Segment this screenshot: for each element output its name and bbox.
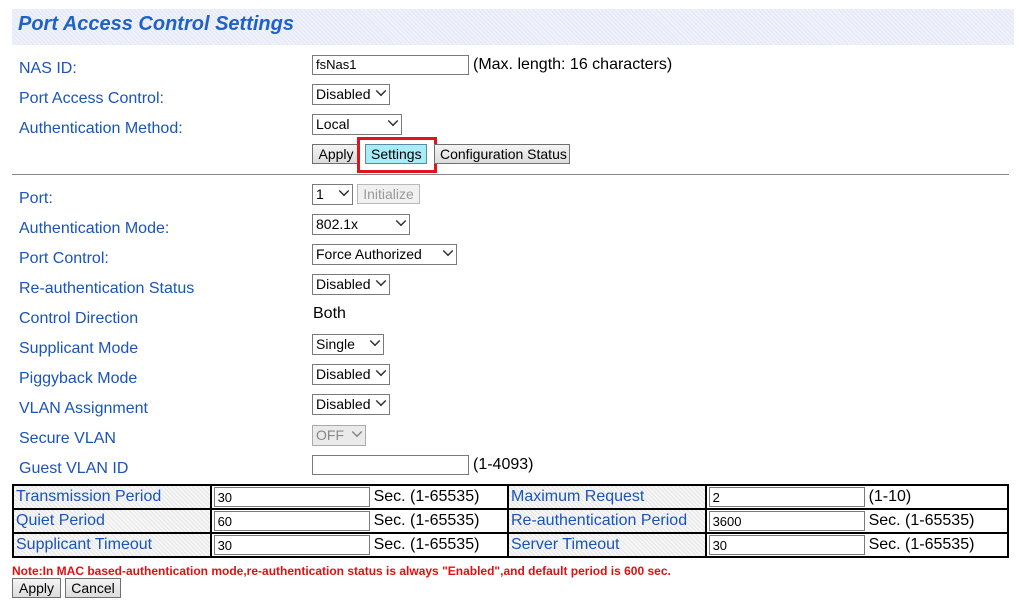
- chevron-down-icon: [351, 426, 363, 438]
- chevron-down-icon: [375, 85, 387, 97]
- port-access-control-value: Disabled: [316, 86, 371, 102]
- control-direction-value: Both: [313, 305, 346, 322]
- port-value: 1: [316, 186, 324, 202]
- maximum-request-cell: 2 (1-10): [704, 484, 1010, 510]
- auth-method-value: Local: [316, 116, 350, 132]
- server-timeout-cell: 30 Sec. (1-65535): [704, 532, 1010, 558]
- port-control-value: Force Authorized: [316, 246, 422, 262]
- guest-vlan-label: Guest VLAN ID: [19, 460, 129, 477]
- auth-mode-select[interactable]: 802.1x: [312, 214, 410, 235]
- apply-button[interactable]: Apply: [12, 578, 61, 598]
- maximum-request-label: Maximum Request: [506, 484, 707, 510]
- piggyback-mode-value: Disabled: [316, 366, 371, 382]
- reauth-status-select[interactable]: Disabled: [312, 274, 390, 295]
- auth-method-label: Authentication Method:: [19, 120, 183, 137]
- table-row: Supplicant Timeout 30 Sec. (1-65535) Serv…: [12, 532, 1010, 558]
- auth-mode-value: 802.1x: [316, 216, 359, 232]
- page-header: Port Access Control Settings: [12, 9, 1014, 45]
- chevron-down-icon: [375, 365, 387, 377]
- supplicant-mode-label: Supplicant Mode: [19, 340, 139, 357]
- reauth-period-unit: Sec. (1-65535): [868, 512, 975, 529]
- guest-vlan-hint: (1-4093): [473, 456, 534, 473]
- apply-global-button[interactable]: Apply: [312, 144, 360, 164]
- section-divider: [12, 174, 1009, 175]
- reauth-period-input[interactable]: 3600: [708, 511, 865, 531]
- port-access-control-select[interactable]: Disabled: [312, 84, 390, 105]
- transmission-period-cell: 30 Sec. (1-65535): [209, 484, 509, 510]
- guest-vlan-input[interactable]: [312, 455, 469, 475]
- nas-id-label: NAS ID:: [19, 60, 77, 77]
- chevron-down-icon: [387, 115, 399, 127]
- port-label: Port:: [19, 190, 53, 207]
- transmission-period-unit: Sec. (1-65535): [373, 488, 480, 505]
- chevron-down-icon: [338, 185, 350, 197]
- nas-id-hint: (Max. length: 16 characters): [473, 56, 673, 73]
- chevron-down-icon: [395, 215, 407, 227]
- mac-auth-note: Note:In MAC based-authentication mode,re…: [12, 564, 671, 578]
- supplicant-timeout-unit: Sec. (1-65535): [373, 536, 480, 553]
- page-title: Port Access Control Settings: [18, 13, 294, 35]
- timer-settings-table: Transmission Period 30 Sec. (1-65535) Max…: [12, 484, 1010, 558]
- maximum-request-unit: (1-10): [868, 488, 912, 505]
- secure-vlan-value: OFF: [316, 427, 344, 443]
- server-timeout-label: Server Timeout: [506, 532, 707, 558]
- chevron-down-icon: [375, 275, 387, 287]
- chevron-down-icon: [442, 245, 454, 257]
- vlan-assignment-label: VLAN Assignment: [19, 400, 148, 417]
- quiet-period-cell: 60 Sec. (1-65535): [209, 508, 509, 534]
- port-select[interactable]: 1: [312, 184, 353, 205]
- maximum-request-input[interactable]: 2: [708, 487, 865, 507]
- quiet-period-label: Quiet Period: [12, 508, 212, 534]
- chevron-down-icon: [375, 395, 387, 407]
- table-row: Transmission Period 30 Sec. (1-65535) Max…: [12, 484, 1010, 510]
- port-access-control-label: Port Access Control:: [19, 90, 164, 107]
- reauth-status-value: Disabled: [316, 276, 371, 292]
- secure-vlan-select[interactable]: OFF: [312, 425, 366, 446]
- supplicant-timeout-cell: 30 Sec. (1-65535): [209, 532, 509, 558]
- vlan-assignment-select[interactable]: Disabled: [312, 394, 390, 415]
- reauth-period-label: Re-authentication Period: [506, 508, 707, 534]
- cancel-button[interactable]: Cancel: [65, 578, 121, 598]
- transmission-period-input[interactable]: 30: [213, 487, 370, 507]
- server-timeout-input[interactable]: 30: [708, 535, 865, 555]
- reauth-status-label: Re-authentication Status: [19, 280, 195, 297]
- configuration-status-button[interactable]: Configuration Status: [434, 144, 570, 164]
- initialize-button[interactable]: Initialize: [357, 184, 420, 204]
- port-control-label: Port Control:: [19, 250, 109, 267]
- supplicant-mode-select[interactable]: Single: [312, 334, 384, 355]
- supplicant-mode-value: Single: [316, 336, 355, 352]
- settings-button[interactable]: Settings: [365, 144, 427, 164]
- piggyback-mode-select[interactable]: Disabled: [312, 364, 390, 385]
- port-control-select[interactable]: Force Authorized: [312, 244, 457, 265]
- table-row: Quiet Period 60 Sec. (1-65535) Re-authent…: [12, 508, 1010, 534]
- transmission-period-label: Transmission Period: [12, 484, 212, 510]
- vlan-assignment-value: Disabled: [316, 396, 371, 412]
- chevron-down-icon: [369, 335, 381, 347]
- reauth-period-cell: 3600 Sec. (1-65535): [704, 508, 1010, 534]
- auth-method-select[interactable]: Local: [312, 114, 402, 135]
- auth-mode-label: Authentication Mode:: [19, 220, 170, 237]
- quiet-period-input[interactable]: 60: [213, 511, 370, 531]
- secure-vlan-label: Secure VLAN: [19, 430, 116, 447]
- nas-id-input[interactable]: fsNas1: [312, 55, 469, 75]
- supplicant-timeout-input[interactable]: 30: [213, 535, 370, 555]
- server-timeout-unit: Sec. (1-65535): [868, 536, 975, 553]
- piggyback-mode-label: Piggyback Mode: [19, 370, 138, 387]
- control-direction-label: Control Direction: [19, 310, 139, 327]
- quiet-period-unit: Sec. (1-65535): [373, 512, 480, 529]
- supplicant-timeout-label: Supplicant Timeout: [12, 532, 212, 558]
